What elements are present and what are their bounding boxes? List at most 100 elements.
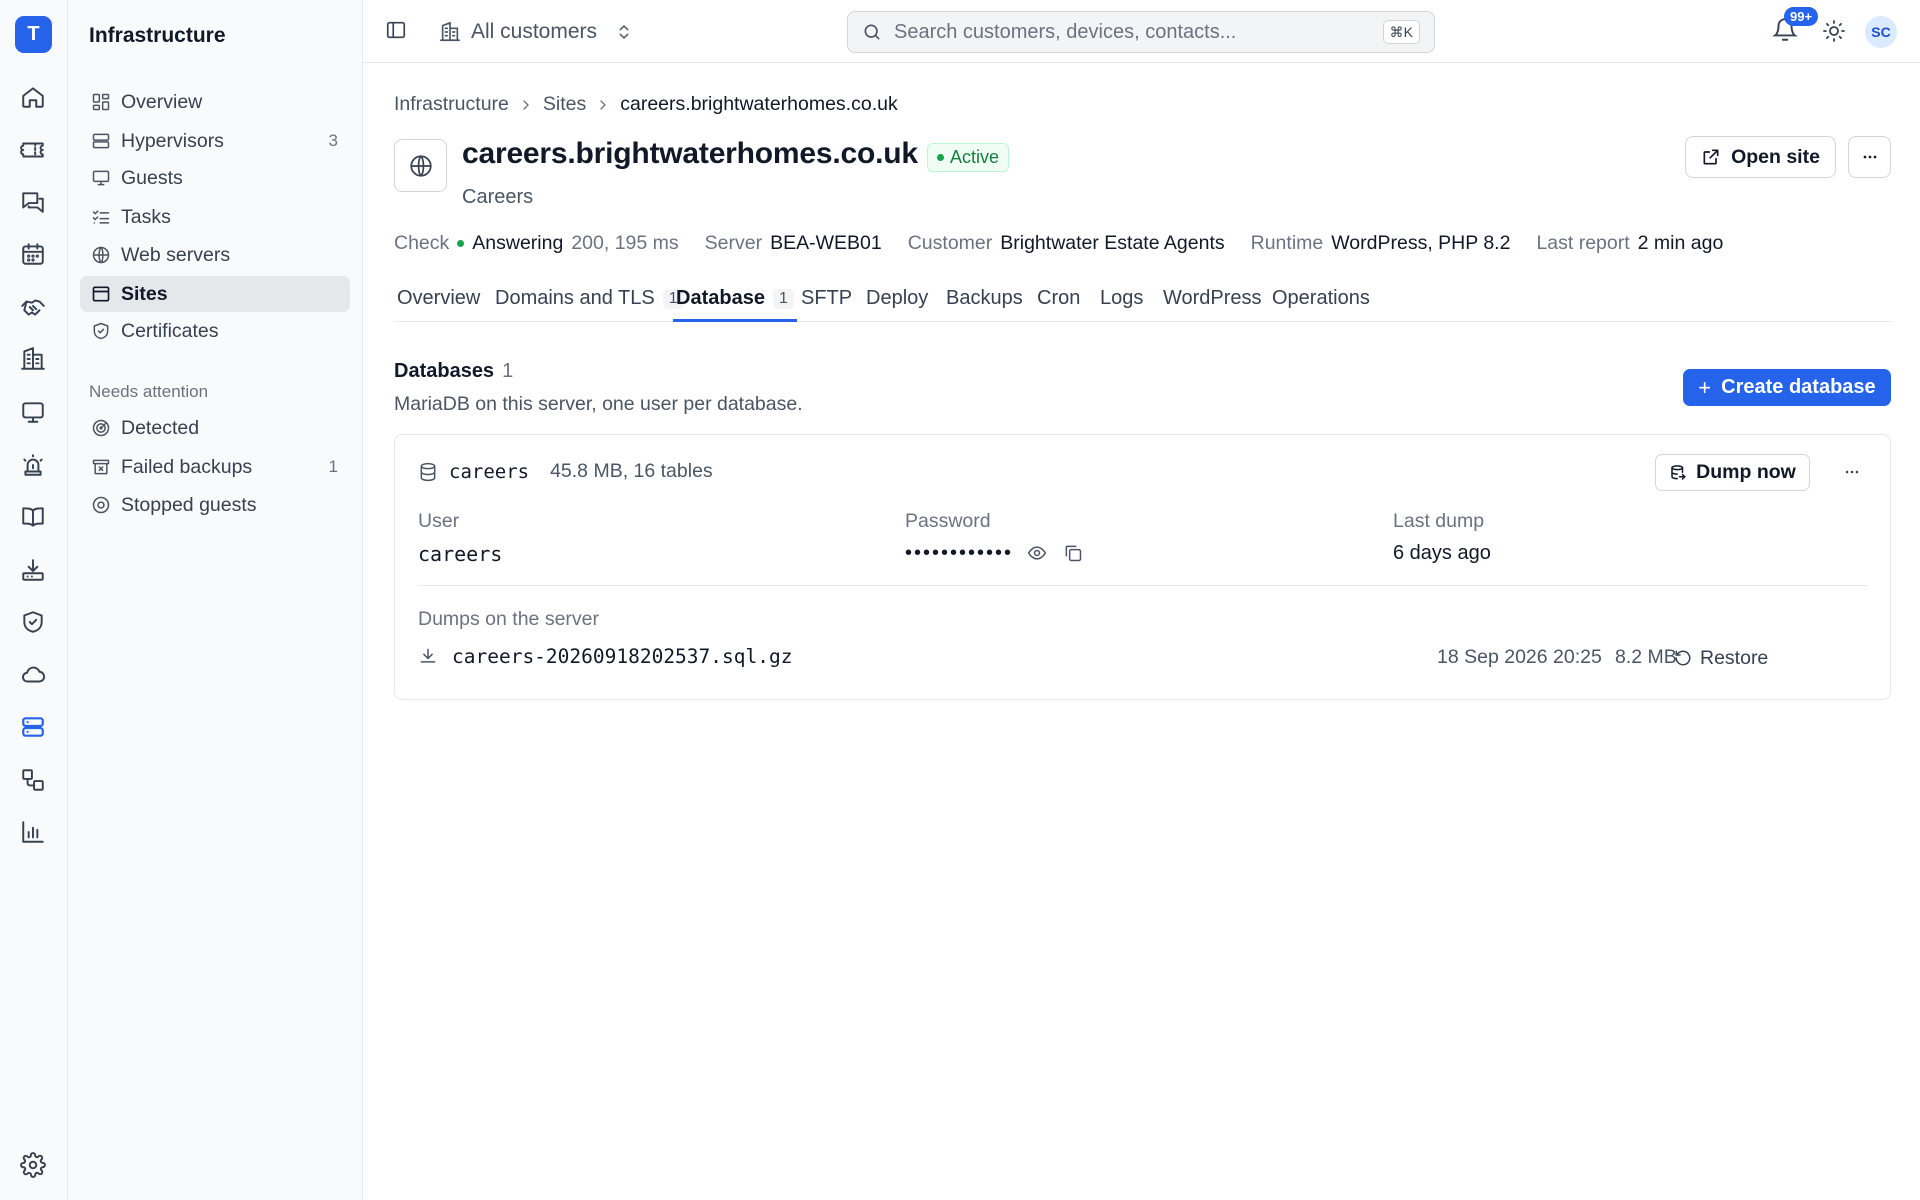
- open-site-label: Open site: [1731, 145, 1820, 168]
- dashboard-icon: [90, 91, 112, 113]
- notifications-button[interactable]: 99+: [1772, 7, 1819, 47]
- meta-last-report-value: 2 min ago: [1637, 232, 1724, 254]
- download-icon[interactable]: [418, 646, 438, 666]
- sidebar-title: Infrastructure: [89, 24, 226, 47]
- sidebar-item-count: 3: [328, 131, 338, 150]
- gear-icon[interactable]: [18, 1150, 48, 1180]
- open-site-button[interactable]: Open site: [1685, 136, 1836, 178]
- database-more-button[interactable]: [1837, 459, 1867, 485]
- avatar[interactable]: SC: [1865, 16, 1897, 48]
- databases-heading: Databases 1: [394, 360, 513, 383]
- sidebar-item-detected[interactable]: Detected: [80, 410, 350, 446]
- dump-size: 8.2 MB: [1615, 646, 1677, 668]
- siren-icon[interactable]: [18, 450, 48, 480]
- top-bar: All customers ⌘K 99+ SC: [363, 0, 1920, 63]
- building-icon[interactable]: [18, 344, 48, 374]
- sidebar-item-label: Sites: [121, 282, 168, 305]
- dump-filename[interactable]: careers-20260918202537.sql.gz: [452, 645, 792, 668]
- tab-label: Overview: [397, 287, 481, 309]
- eye-icon[interactable]: [1027, 543, 1049, 565]
- tab-bar: Overview Domains and TLS 1 Database 1 SFTP…: [394, 277, 1891, 322]
- global-search[interactable]: ⌘K: [847, 11, 1435, 53]
- sidebar-item-count: 1: [328, 457, 338, 476]
- sidebar-item-label: Stopped guests: [121, 493, 257, 516]
- sidebar-item-failed-backups[interactable]: Failed backups 1: [80, 449, 350, 485]
- shield-check-icon[interactable]: [18, 607, 48, 637]
- tab-label: Operations: [1272, 287, 1370, 309]
- create-database-button[interactable]: + Create database: [1683, 369, 1891, 406]
- ticket-icon[interactable]: [18, 135, 48, 165]
- sun-icon[interactable]: [1822, 19, 1848, 45]
- radar-icon: [90, 417, 112, 439]
- tab-backups[interactable]: Backups: [943, 277, 1026, 322]
- meta-check-detail: 200, 195 ms: [571, 232, 679, 254]
- user-label: User: [418, 510, 460, 532]
- meta-customer-value[interactable]: Brightwater Estate Agents: [1000, 232, 1224, 255]
- tab-logs[interactable]: Logs: [1097, 277, 1146, 322]
- tab-deploy[interactable]: Deploy: [863, 277, 931, 322]
- list-checks-icon: [90, 206, 112, 228]
- customer-selector[interactable]: All customers: [439, 14, 633, 50]
- calendar-icon[interactable]: [18, 239, 48, 269]
- rotate-ccw-icon: [1675, 650, 1691, 666]
- chevron-right-icon: [518, 97, 534, 113]
- app-logo[interactable]: T: [15, 16, 52, 53]
- search-icon: [862, 22, 882, 42]
- bar-chart-icon[interactable]: [18, 817, 48, 847]
- download-tray-icon[interactable]: [18, 555, 48, 585]
- notifications-badge: 99+: [1784, 7, 1819, 26]
- sidebar-item-tasks[interactable]: Tasks: [80, 199, 350, 235]
- plus-icon: +: [1698, 374, 1712, 400]
- server-icon[interactable]: [18, 712, 48, 742]
- sidebar-item-hypervisors[interactable]: Hypervisors 3: [80, 123, 350, 159]
- tab-label: Database: [676, 287, 765, 309]
- workflow-icon[interactable]: [18, 765, 48, 795]
- monitor-icon[interactable]: [18, 397, 48, 427]
- monitor-icon: [90, 167, 112, 189]
- chevron-right-icon: [595, 97, 611, 113]
- stop-circle-icon: [90, 494, 112, 516]
- meta-server-value[interactable]: BEA-WEB01: [770, 232, 882, 255]
- sidebar-item-guests[interactable]: Guests: [80, 160, 350, 196]
- meta-runtime-value: WordPress, PHP 8.2: [1331, 232, 1511, 254]
- tab-sftp[interactable]: SFTP: [798, 277, 855, 322]
- cloud-icon[interactable]: [18, 660, 48, 690]
- copy-icon[interactable]: [1063, 543, 1085, 565]
- sidebar-item-certificates[interactable]: Certificates: [80, 313, 350, 349]
- tab-operations[interactable]: Operations: [1269, 277, 1373, 322]
- sidebar-section-title: Needs attention: [89, 382, 209, 401]
- tab-cron[interactable]: Cron: [1034, 277, 1083, 322]
- restore-button[interactable]: Restore: [1674, 643, 1768, 673]
- sidebar-toggle-icon[interactable]: [385, 19, 409, 43]
- search-input[interactable]: [894, 20, 1374, 44]
- breadcrumb-infrastructure[interactable]: Infrastructure: [394, 93, 509, 116]
- external-link-icon: [1703, 149, 1719, 165]
- sidebar-item-sites[interactable]: Sites: [80, 276, 350, 312]
- password-label: Password: [905, 510, 991, 532]
- tab-domains-and-tls[interactable]: Domains and TLS 1: [492, 277, 687, 322]
- tab-wordpress[interactable]: WordPress: [1160, 277, 1265, 322]
- home-icon[interactable]: [18, 82, 48, 112]
- dump-now-label: Dump now: [1696, 461, 1796, 483]
- breadcrumb-sites[interactable]: Sites: [543, 93, 586, 116]
- server-stack-icon: [90, 130, 112, 152]
- more-actions-button[interactable]: [1848, 136, 1891, 178]
- sidebar-item-label: Tasks: [121, 205, 171, 228]
- sidebar-item-web-servers[interactable]: Web servers: [80, 237, 350, 273]
- sidebar-item-overview[interactable]: Overview: [80, 84, 350, 120]
- databases-title: Databases: [394, 360, 495, 382]
- dump-now-button[interactable]: Dump now: [1655, 454, 1810, 491]
- globe-icon: [90, 244, 112, 266]
- handshake-icon[interactable]: [18, 292, 48, 322]
- sidebar-item-stopped-guests[interactable]: Stopped guests: [80, 487, 350, 523]
- messages-icon[interactable]: [18, 187, 48, 217]
- tab-overview[interactable]: Overview: [394, 277, 483, 322]
- search-shortcut: ⌘K: [1382, 20, 1420, 44]
- page-title: careers.brightwaterhomes.co.uk: [462, 137, 918, 170]
- book-icon[interactable]: [18, 502, 48, 532]
- last-dump-value: 6 days ago: [1393, 542, 1491, 564]
- meta-last-report-label: Last report: [1536, 232, 1630, 254]
- database-header: careers 45.8 MB, 16 tables: [418, 460, 713, 483]
- tab-database[interactable]: Database 1: [673, 277, 797, 322]
- sidebar-item-label: Certificates: [121, 319, 219, 342]
